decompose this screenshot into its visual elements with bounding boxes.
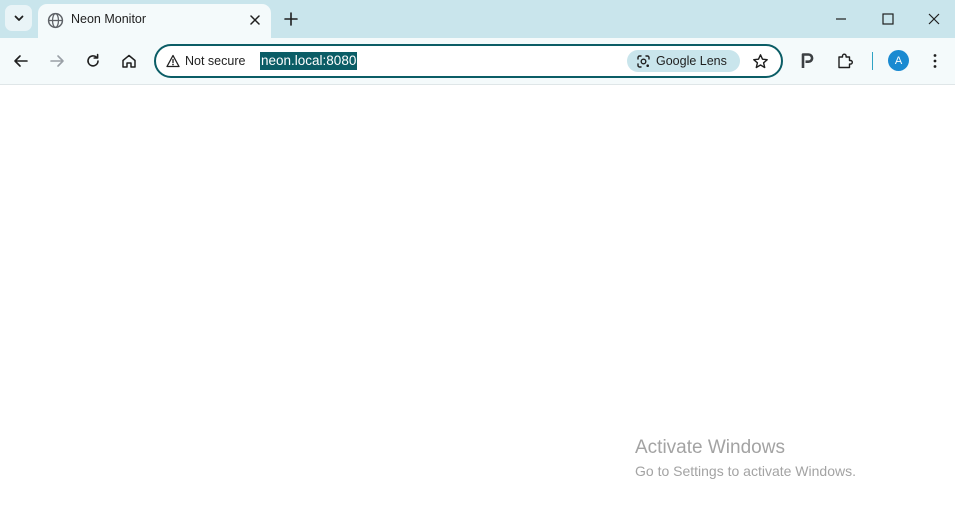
tab-active[interactable]: Neon Monitor bbox=[38, 4, 271, 38]
watermark-subtitle: Go to Settings to activate Windows. bbox=[635, 463, 856, 479]
profile-avatar[interactable]: A bbox=[888, 50, 909, 71]
toolbar-divider bbox=[872, 52, 873, 70]
home-icon bbox=[122, 54, 136, 68]
lens-icon bbox=[637, 54, 650, 68]
warning-icon bbox=[166, 54, 180, 68]
close-icon[interactable] bbox=[248, 13, 262, 27]
minimize-icon[interactable] bbox=[831, 9, 851, 29]
address-bar[interactable]: Not secure neon.local:8080 Google Lens bbox=[154, 44, 783, 78]
new-tab-button[interactable] bbox=[281, 9, 301, 29]
tab-search-button[interactable] bbox=[5, 5, 32, 31]
extension-p-button[interactable] bbox=[796, 50, 818, 72]
puzzle-icon bbox=[838, 53, 853, 69]
globe-icon bbox=[47, 12, 64, 29]
tab-strip: Neon Monitor bbox=[0, 0, 955, 38]
reload-icon bbox=[87, 53, 99, 67]
security-indicator[interactable]: Not secure bbox=[166, 53, 245, 69]
arrow-right-icon bbox=[50, 55, 64, 67]
p-extension-icon bbox=[801, 53, 814, 68]
forward-button[interactable] bbox=[46, 50, 68, 72]
maximize-icon[interactable] bbox=[878, 9, 898, 29]
browser-window: Neon Monitor Not secure neon.local:8080 … bbox=[0, 0, 955, 528]
google-lens-button[interactable]: Google Lens bbox=[627, 50, 740, 72]
home-button[interactable] bbox=[118, 50, 140, 72]
more-vert-icon bbox=[933, 54, 937, 68]
arrow-left-icon bbox=[14, 55, 28, 67]
reload-button[interactable] bbox=[82, 50, 104, 72]
close-window-icon[interactable] bbox=[924, 9, 944, 29]
toolbar: Not secure neon.local:8080 Google Lens A bbox=[0, 38, 955, 85]
security-label: Not secure bbox=[185, 54, 246, 68]
activation-watermark: Activate Windows Go to Settings to activ… bbox=[635, 437, 856, 480]
chevron-down-icon bbox=[14, 15, 23, 21]
star-icon bbox=[752, 53, 768, 68]
back-button[interactable] bbox=[10, 50, 32, 72]
menu-button[interactable] bbox=[924, 50, 946, 72]
bookmark-button[interactable] bbox=[750, 51, 770, 71]
extensions-button[interactable] bbox=[834, 50, 856, 72]
lens-label: Google Lens bbox=[656, 54, 727, 68]
url-text[interactable]: neon.local:8080 bbox=[260, 52, 358, 70]
tab-title: Neon Monitor bbox=[71, 12, 147, 26]
watermark-title: Activate Windows bbox=[635, 437, 785, 458]
